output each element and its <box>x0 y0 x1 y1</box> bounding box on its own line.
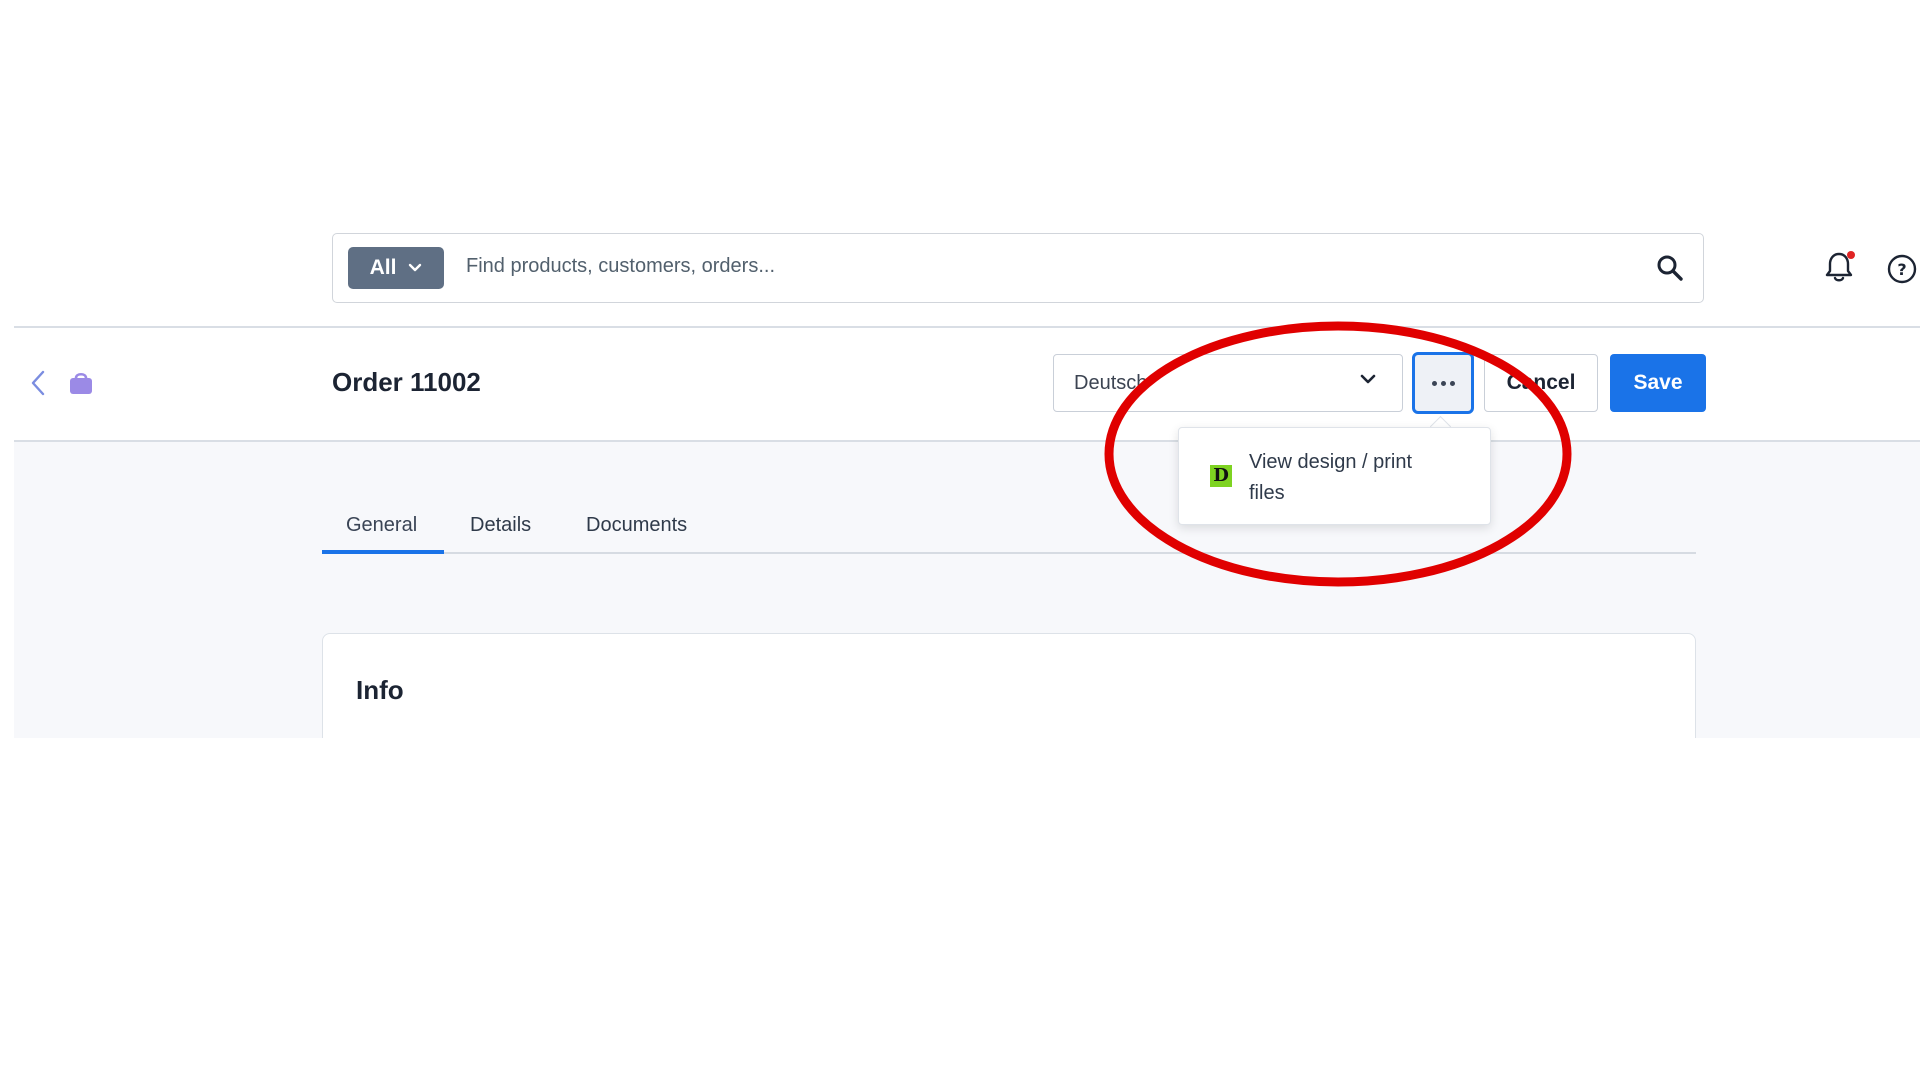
active-tab-indicator <box>322 550 444 554</box>
search-scope-label: All <box>369 256 397 279</box>
tab-details[interactable]: Details <box>470 514 531 537</box>
search-scope-dropdown[interactable]: All <box>348 247 444 289</box>
svg-text:?: ? <box>1897 260 1906 279</box>
search-icon[interactable] <box>1656 254 1684 282</box>
top-divider <box>14 326 1920 328</box>
search-input[interactable]: Find products, customers, orders... <box>466 255 775 278</box>
annotation-ellipse <box>1104 321 1572 587</box>
shopping-bag-icon <box>70 372 92 394</box>
page-title: Order 11002 <box>332 367 481 397</box>
chevron-left-icon[interactable] <box>29 369 49 397</box>
chevron-down-icon <box>409 263 422 272</box>
info-card-title: Info <box>356 675 404 705</box>
notification-badge <box>1847 251 1855 259</box>
blank-area <box>0 738 1920 1080</box>
tab-general[interactable]: General <box>346 514 417 537</box>
tab-documents[interactable]: Documents <box>586 514 687 537</box>
help-circle-icon[interactable]: ? <box>1886 253 1918 285</box>
save-button[interactable]: Save <box>1610 354 1706 412</box>
